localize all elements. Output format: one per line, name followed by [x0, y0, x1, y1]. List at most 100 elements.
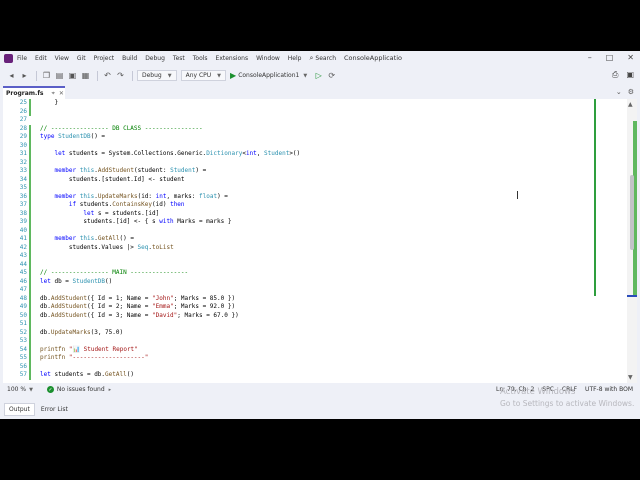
- code-line[interactable]: let s = students.[id]: [40, 210, 159, 219]
- change-marker: [29, 277, 31, 380]
- tab-output[interactable]: Output: [4, 402, 35, 416]
- code-token: UpdateMarks: [50, 328, 91, 336]
- code-token: (id:: [137, 192, 156, 200]
- scrollbar-caret-marker: [627, 295, 637, 297]
- code-line[interactable]: // ---------------- DB CLASS -----------…: [40, 125, 203, 134]
- code-line[interactable]: students.[id] <- { s with Marks = marks …: [40, 218, 231, 227]
- menu-git[interactable]: Git: [77, 55, 86, 62]
- code-line[interactable]: member this.GetAll() =: [40, 235, 134, 244]
- menu-view[interactable]: View: [55, 55, 69, 62]
- code-line[interactable]: member this.AddStudent(student: Student)…: [40, 167, 206, 176]
- settings-gear-icon[interactable]: ⚙: [628, 88, 634, 96]
- tab-list-chevron-icon[interactable]: ⌄: [616, 88, 622, 96]
- line-number: 44: [19, 260, 27, 268]
- code-token: "--------------------": [68, 354, 149, 361]
- menu-file[interactable]: File: [17, 55, 27, 62]
- menu-test[interactable]: Test: [173, 55, 185, 62]
- start-without-debugging-icon[interactable]: ▷: [313, 70, 324, 81]
- code-line[interactable]: type StudentDB() =: [40, 133, 105, 142]
- hot-reload-icon[interactable]: ⟳: [326, 70, 337, 81]
- code-token: int: [245, 150, 257, 157]
- navigate-forward-icon[interactable]: ▸: [19, 70, 30, 81]
- line-number: 49: [19, 303, 27, 310]
- code-line[interactable]: // ---------------- MAIN ---------------…: [40, 269, 188, 278]
- code-token: let: [40, 277, 55, 285]
- code-token: // ---------------- MAIN ---------------…: [40, 269, 189, 276]
- tab-program-fs[interactable]: Program.fs ⌖ ✕: [3, 86, 65, 99]
- code-token: GetAll: [97, 235, 120, 242]
- line-number: 36: [19, 192, 27, 200]
- code-line[interactable]: let students = db.GetAll(): [40, 371, 134, 380]
- live-share-icon[interactable]: ⎙: [612, 70, 618, 80]
- close-icon[interactable]: ✕: [627, 53, 634, 62]
- code-token: toList: [152, 243, 174, 251]
- code-line[interactable]: db.UpdateMarks(3, 75.0): [40, 329, 123, 338]
- code-lines[interactable]: } // ---------------- DB CLASS ----------…: [40, 99, 620, 383]
- code-token: "John": [152, 294, 174, 302]
- code-token: member: [54, 192, 80, 200]
- menu-build[interactable]: Build: [122, 55, 137, 62]
- code-token: students = System.Collections.Generic.: [68, 150, 207, 157]
- configuration-dropdown[interactable]: Debug ▼: [137, 70, 177, 81]
- start-debugging-button[interactable]: ▶ ConsoleApplication1 ▼: [230, 71, 307, 80]
- undo-icon[interactable]: ↶: [102, 70, 113, 81]
- code-line[interactable]: let students = System.Collections.Generi…: [40, 150, 300, 159]
- menu-help[interactable]: Help: [288, 55, 302, 62]
- line-number: 29: [19, 133, 27, 140]
- visual-studio-window: File Edit View Git Project Build Debug T…: [0, 51, 640, 419]
- maximize-icon[interactable]: □: [606, 53, 614, 62]
- zoom-dropdown[interactable]: 100 % ▼: [7, 386, 33, 393]
- code-line[interactable]: db.AddStudent({ Id = 1; Name = "John"; M…: [40, 295, 235, 304]
- code-line[interactable]: printfn "📊 Student Report": [40, 346, 138, 355]
- code-line[interactable]: let db = StudentDB(): [40, 278, 112, 287]
- solution-title: ConsoleApplicatio: [344, 54, 403, 62]
- menu-debug[interactable]: Debug: [145, 55, 165, 62]
- more-options-icon[interactable]: ▣: [626, 70, 634, 80]
- menu-project[interactable]: Project: [94, 55, 115, 62]
- code-token: AddStudent: [50, 294, 87, 302]
- code-line[interactable]: member this.UpdateMarks(id: int, marks: …: [40, 192, 228, 202]
- save-icon[interactable]: ▣: [67, 70, 78, 81]
- close-tab-icon[interactable]: ✕: [59, 90, 64, 97]
- menu-tools[interactable]: Tools: [193, 55, 208, 62]
- code-token: ) =: [195, 167, 207, 174]
- code-token: ({ Id = 2; Name =: [86, 303, 152, 310]
- navigate-back-icon[interactable]: ◂: [6, 70, 17, 81]
- line-number: 39: [19, 218, 27, 225]
- search-box[interactable]: ⌕ Search: [309, 54, 336, 63]
- minimize-icon[interactable]: –: [588, 53, 592, 62]
- menu-window[interactable]: Window: [256, 55, 280, 62]
- issues-indicator[interactable]: ✓ No issues found ▸: [46, 386, 112, 393]
- vertical-scrollbar[interactable]: ▲ ▼: [627, 99, 637, 383]
- run-target-label: ConsoleApplication1: [238, 72, 300, 79]
- chevron-right-icon: ▸: [108, 386, 112, 393]
- code-line[interactable]: db.AddStudent({ Id = 2; Name = "Emma"; M…: [40, 303, 235, 312]
- change-indicator-bar: [594, 99, 596, 296]
- code-line[interactable]: students.Values |> Seq.toList: [40, 244, 174, 253]
- save-all-icon[interactable]: ▦: [80, 70, 91, 81]
- code-editor[interactable]: 25 26 27 28 29 30 31 32 33 34 35 36 37 38 39 40 41 42 43 44…: [3, 99, 637, 383]
- scroll-up-icon[interactable]: ▲: [628, 101, 633, 108]
- scrollbar-thumb[interactable]: [630, 175, 634, 250]
- code-line[interactable]: db.AddStudent({ Id = 3; Name = "David"; …: [40, 312, 239, 321]
- line-number: 53: [19, 337, 27, 344]
- menu-edit[interactable]: Edit: [35, 55, 47, 62]
- code-line[interactable]: }: [40, 99, 58, 108]
- code-line[interactable]: students.[student.Id] <- student: [40, 176, 185, 185]
- new-item-icon[interactable]: ❐: [41, 70, 52, 81]
- zoom-value: 100 %: [7, 386, 27, 393]
- pin-icon[interactable]: ⌖: [52, 90, 55, 98]
- open-folder-icon[interactable]: ▤: [54, 70, 65, 81]
- code-token: ) =: [217, 192, 228, 200]
- platform-dropdown[interactable]: Any CPU ▼: [180, 70, 227, 81]
- tab-error-list[interactable]: Error List: [37, 404, 72, 415]
- scroll-down-icon[interactable]: ▼: [628, 374, 633, 381]
- chevron-down-icon: ▼: [303, 72, 308, 79]
- code-token: this: [79, 235, 95, 242]
- code-line[interactable]: if students.ContainsKey(id) then: [40, 201, 185, 210]
- code-line[interactable]: printfn "--------------------": [40, 354, 148, 363]
- line-number: 30: [19, 141, 27, 149]
- menu-extensions[interactable]: Extensions: [216, 55, 249, 62]
- redo-icon[interactable]: ↷: [115, 70, 126, 81]
- document-tab-strip: Program.fs ⌖ ✕ ⌄ ⚙: [0, 86, 640, 99]
